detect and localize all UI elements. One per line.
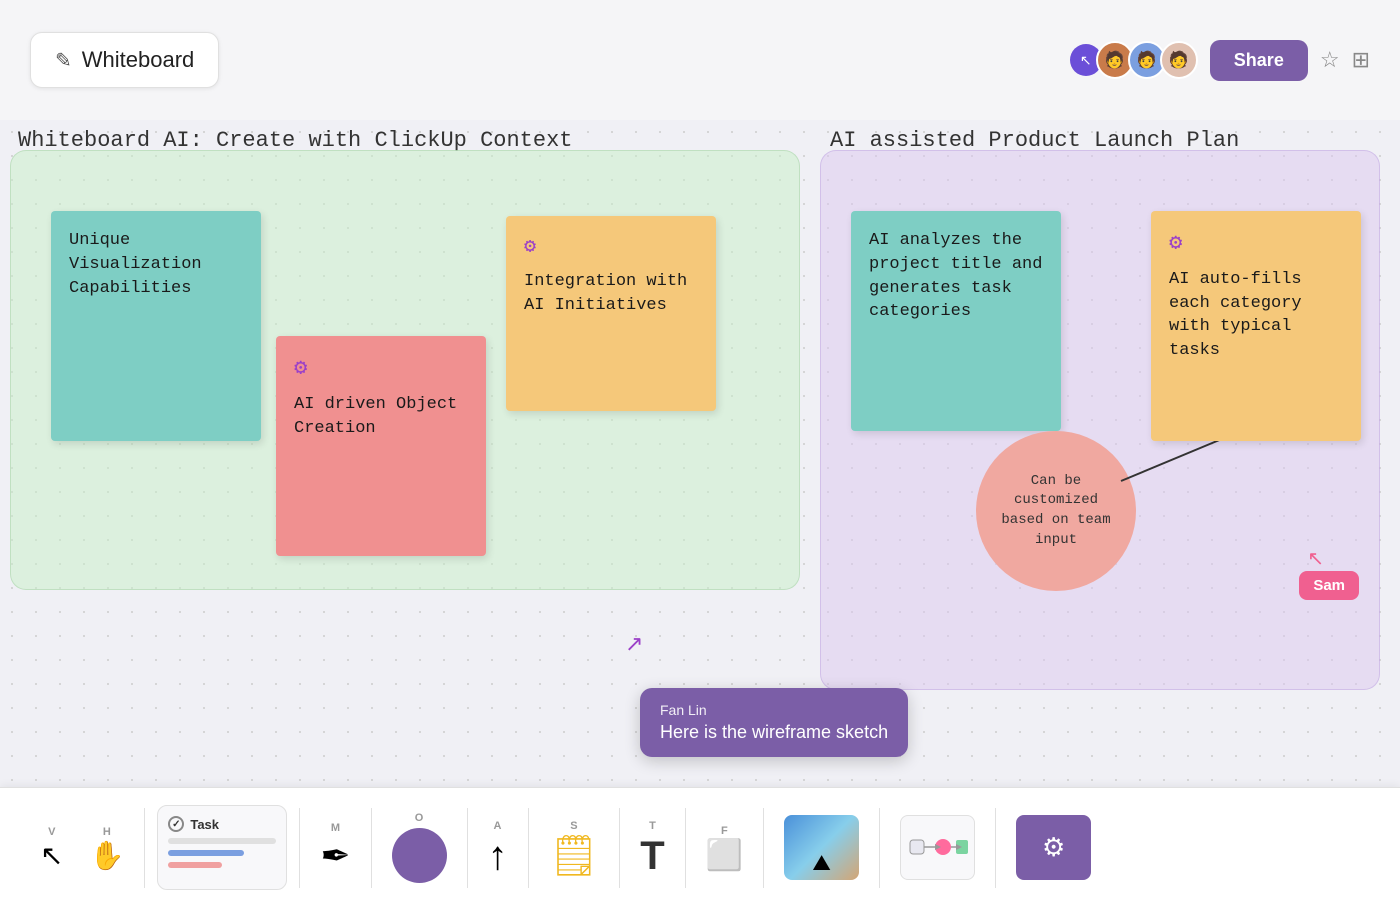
toolbar-group-shape: O — [372, 808, 468, 888]
circle-text: Can be customized based on team input — [991, 472, 1121, 550]
sticky-note-orange-2[interactable]: ⚙ AI auto-fills each category with typic… — [1151, 211, 1361, 441]
text-tool-button[interactable]: T T — [632, 814, 672, 882]
toolbar-group-flow — [880, 808, 996, 888]
star-button[interactable]: ☆ — [1320, 47, 1340, 73]
more-options-button[interactable]: ⊞ — [1352, 47, 1370, 73]
ai-tool-button[interactable]: ⚙ — [1008, 809, 1099, 886]
sam-label: Sam — [1299, 571, 1359, 600]
sticky-note-pink-1[interactable]: ⚙ AI driven Object Creation — [276, 336, 486, 556]
sticky-note-teal-1[interactable]: Unique Visualization Capabilities — [51, 211, 261, 441]
task-bar-3 — [168, 862, 222, 868]
flow-tool-button[interactable] — [892, 809, 983, 886]
share-button[interactable]: Share — [1210, 40, 1308, 81]
tooltip-user: Fan Lin — [660, 702, 888, 718]
task-bar-1 — [168, 838, 276, 844]
canvas[interactable]: Whiteboard AI: Create with ClickUp Conte… — [0, 120, 1400, 787]
toolbar-group-select: V ↖ H ✋ — [20, 808, 145, 888]
ai-icon-pink: ⚙ — [294, 354, 468, 385]
green-group: Unique Visualization Capabilities ⚙ AI d… — [10, 150, 800, 590]
select-tool-button[interactable]: V ↖ — [32, 820, 71, 876]
sticky-text: AI auto-fills each category with typical… — [1169, 270, 1302, 360]
header-left: ✎ Whiteboard — [30, 32, 219, 88]
task-bar-2 — [168, 850, 244, 856]
page-title: Whiteboard — [82, 47, 195, 73]
flow-diagram — [908, 825, 968, 870]
toolbar-group-sticky: S 🗒 — [529, 808, 621, 888]
check-icon: ✓ — [168, 816, 184, 832]
toolbar-group-arrow: A ↑ — [468, 808, 529, 888]
sticky-text: Unique Visualization Capabilities — [69, 231, 202, 298]
ai-icon-orange2: ⚙ — [1169, 229, 1343, 260]
toolbar-group-marker: M ✒ — [300, 808, 371, 888]
toolbar-group-task: ✓ Task — [145, 808, 300, 888]
image-tool-button[interactable] — [776, 809, 867, 886]
pink-cursor-icon: ↖ — [1307, 546, 1324, 571]
shape-tool-button[interactable]: O — [384, 806, 455, 889]
task-label: Task — [190, 817, 219, 832]
sticky-text: AI analyzes the project title and genera… — [869, 231, 1042, 321]
toolbar-group-text: T T — [620, 808, 685, 888]
avatar-3: 🧑 — [1160, 41, 1198, 79]
toolbar-group-frame: F ⬜ — [686, 808, 764, 888]
ai-tool-icon: ⚙ — [1016, 815, 1091, 880]
image-preview — [784, 815, 859, 880]
ai-icon-orange: ⚙ — [524, 234, 698, 262]
sticky-text: Integration with AI Initiatives — [524, 272, 687, 315]
arrow-tool-button[interactable]: A ↑ — [480, 814, 516, 882]
cursor-arrow-purple: ↗ — [625, 631, 643, 657]
frame-tool-button[interactable]: F ⬜ — [698, 819, 751, 877]
sticky-text: AI driven Object Creation — [294, 395, 457, 438]
sticky-note-orange-1[interactable]: ⚙ Integration with AI Initiatives — [506, 216, 716, 411]
toolbar: V ↖ H ✋ ✓ Task M ✒ O — [0, 787, 1400, 907]
marker-tool-button[interactable]: M ✒ — [312, 816, 358, 880]
whiteboard-title-button[interactable]: ✎ Whiteboard — [30, 32, 219, 88]
sticky-tool-button[interactable]: S 🗒 — [541, 814, 608, 882]
header-right: ↖ 🧑 🧑 🧑 Share ☆ ⊞ — [1070, 40, 1370, 81]
flow-preview — [900, 815, 975, 880]
sticky-note-teal-2[interactable]: AI analyzes the project title and genera… — [851, 211, 1061, 431]
circle-note: Can be customized based on team input — [976, 431, 1136, 591]
cursor-tooltip: Fan Lin Here is the wireframe sketch — [640, 688, 908, 757]
toolbar-group-ai: ⚙ — [996, 808, 1111, 888]
edit-icon: ✎ — [55, 48, 72, 73]
circle-icon — [392, 828, 447, 883]
header: ✎ Whiteboard ↖ 🧑 🧑 🧑 Share ☆ ⊞ — [0, 0, 1400, 120]
toolbar-group-image — [764, 808, 880, 888]
purple-group: AI analyzes the project title and genera… — [820, 150, 1380, 690]
tooltip-message: Here is the wireframe sketch — [660, 722, 888, 743]
avatars-group: ↖ 🧑 🧑 🧑 — [1070, 41, 1198, 79]
hand-tool-button[interactable]: H ✋ — [81, 820, 132, 876]
task-tool-button[interactable]: ✓ Task — [157, 805, 287, 890]
